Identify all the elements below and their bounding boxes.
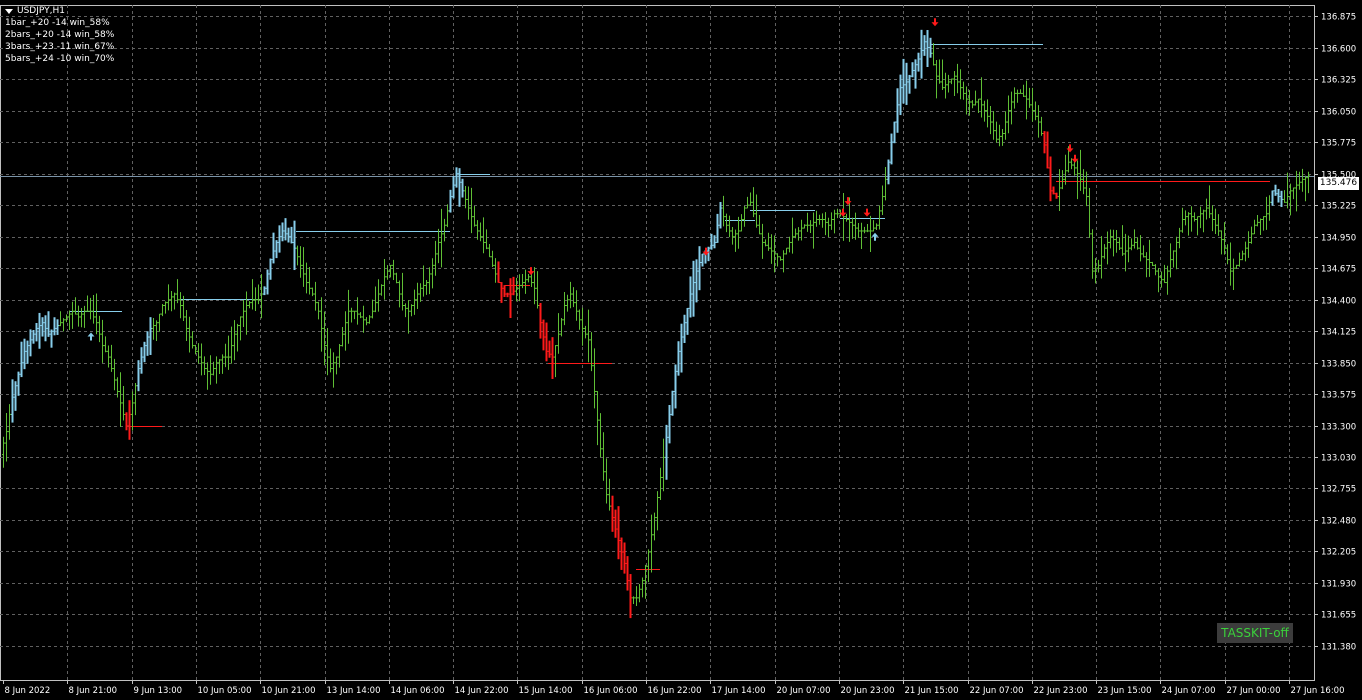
plot-border — [0, 5, 1315, 681]
stat-line: 3bars_+23 -11 win_67% — [5, 42, 115, 52]
x-tick-label: 27 Jun 00:00 — [1227, 686, 1281, 696]
x-tick-label: 27 Jun 16:00 — [1291, 686, 1345, 696]
y-tick-label: 136.325 — [1321, 76, 1356, 86]
y-tick-label: 134.675 — [1321, 265, 1356, 275]
x-tick-label: 13 Jun 14:00 — [327, 686, 381, 696]
y-tick-label: 136.050 — [1321, 108, 1356, 118]
buy-arrow-icon — [87, 332, 95, 341]
x-tick-label: 15 Jun 14:00 — [519, 686, 573, 696]
y-tick-label: 133.300 — [1321, 423, 1356, 433]
x-tick-label: 24 Jun 07:00 — [1162, 686, 1216, 696]
x-tick-label: 21 Jun 15:00 — [905, 686, 959, 696]
x-tick-label: 9 Jun 13:00 — [134, 686, 183, 696]
x-tick-label: 16 Jun 22:00 — [648, 686, 702, 696]
y-tick-label: 134.400 — [1321, 297, 1356, 307]
price-chart[interactable]: 136.875136.600136.325136.050135.775135.5… — [0, 0, 1362, 700]
sell-arrow-icon — [844, 197, 852, 206]
y-tick-label: 132.205 — [1321, 548, 1356, 558]
x-tick-label: 14 Jun 06:00 — [391, 686, 445, 696]
buy-arrow-icon — [871, 232, 879, 241]
y-tick-label: 134.950 — [1321, 234, 1356, 244]
y-tick-label: 131.380 — [1321, 643, 1356, 653]
tasskit-toggle-button[interactable]: TASSKIT-off — [1217, 623, 1293, 643]
x-tick-label: 16 Jun 06:00 — [584, 686, 638, 696]
x-tick-label: 10 Jun 21:00 — [262, 686, 316, 696]
x-tick-label: 8 Jun 2022 — [5, 686, 51, 696]
stat-line: 2bars_+20 -14 win_58% — [5, 30, 115, 40]
sell-arrow-icon — [863, 208, 871, 217]
y-tick-label: 135.225 — [1321, 202, 1356, 212]
y-tick-label: 133.030 — [1321, 454, 1356, 464]
y-tick-label: 136.875 — [1321, 13, 1356, 23]
stat-line: 1bar_+20 -14 win_58% — [5, 18, 110, 28]
sell-arrow-icon — [931, 18, 939, 27]
x-tick-label: 10 Jun 05:00 — [198, 686, 252, 696]
y-tick-label: 135.775 — [1321, 139, 1356, 149]
y-tick-label: 136.600 — [1321, 45, 1356, 55]
x-tick-label: 20 Jun 07:00 — [777, 686, 831, 696]
y-tick-label: 132.755 — [1321, 485, 1356, 495]
y-tick-label: 133.850 — [1321, 360, 1356, 370]
collapse-triangle-icon[interactable] — [5, 8, 13, 14]
y-tick-label: 133.575 — [1321, 391, 1356, 401]
sell-arrow-icon — [1066, 144, 1074, 153]
stat-line: 5bars_+24 -10 win_70% — [5, 54, 115, 64]
x-tick-label: 23 Jun 15:00 — [1098, 686, 1152, 696]
y-tick-label: 131.655 — [1321, 611, 1356, 621]
current-price-label: 135.476 — [1318, 177, 1359, 190]
x-tick-label: 20 Jun 23:00 — [841, 686, 895, 696]
y-tick-label: 134.125 — [1321, 328, 1356, 338]
y-tick-label: 132.480 — [1321, 517, 1356, 527]
x-tick-label: 22 Jun 23:00 — [1034, 686, 1088, 696]
symbol-label: USDJPY,H1 — [17, 6, 65, 16]
x-tick-label: 22 Jun 07:00 — [970, 686, 1024, 696]
x-tick-label: 8 Jun 21:00 — [69, 686, 118, 696]
chart-header: USDJPY,H1 1bar_+20 -14 win_58% 2bars_+20… — [5, 5, 114, 65]
x-tick-label: 17 Jun 14:00 — [712, 686, 766, 696]
x-tick-label: 14 Jun 22:00 — [455, 686, 509, 696]
y-tick-label: 131.930 — [1321, 580, 1356, 590]
